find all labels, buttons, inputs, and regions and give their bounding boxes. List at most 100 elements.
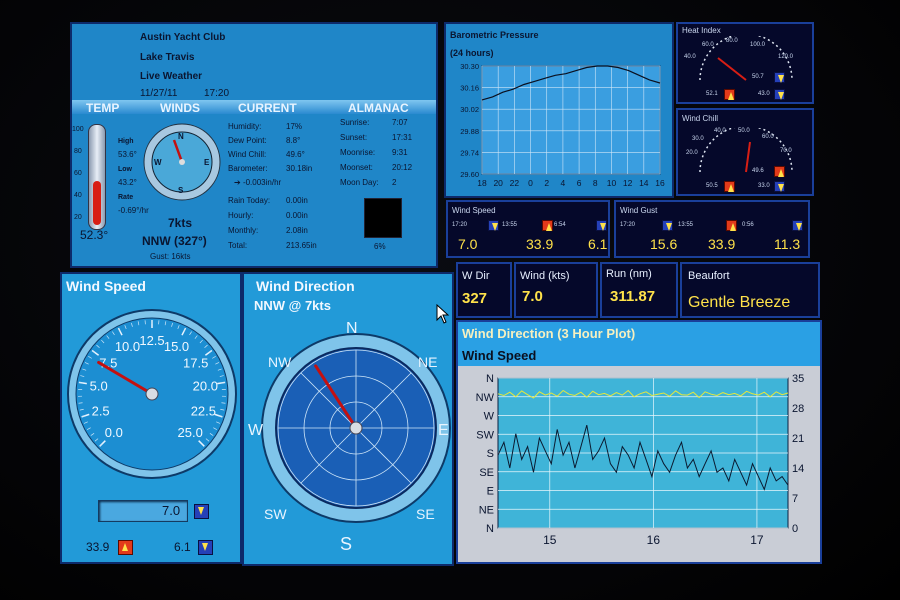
rain-label: Rain Today:	[228, 196, 271, 205]
beaufort-panel: Beaufort Gentle Breeze	[680, 262, 820, 318]
wg-mini-high: 33.9	[708, 236, 736, 252]
almanac-value: 17:31	[392, 133, 413, 142]
baro-title: Barometric Pressure	[450, 30, 539, 40]
baro-x-tick: 20	[493, 178, 503, 188]
hi-scale-60: 60.0	[702, 42, 714, 48]
rain-label: Hourly:	[228, 211, 254, 220]
stat-run: Run (nm) 311.87	[600, 262, 678, 318]
ws-mini-high: 33.9	[526, 236, 554, 252]
arrow-right-icon: ➔	[234, 178, 243, 187]
wg-mini-dir-icon	[662, 220, 673, 231]
ws-mini-up-icon	[542, 220, 553, 231]
baro-x-tick: 0	[528, 178, 533, 188]
heat-index-title: Heat Index	[682, 26, 721, 35]
almanac-row: Sunrise: 7:07	[340, 118, 432, 133]
plot-y-left-tick: S	[487, 448, 494, 460]
hi-high: 52.1	[706, 91, 718, 97]
plot-y-right-tick: 14	[792, 463, 804, 475]
ws-mini-title: Wind Speed	[452, 206, 496, 215]
current-value: 8.8°	[286, 136, 301, 145]
baro-y-tick: 30.02	[460, 105, 479, 114]
dir-label-w: W	[248, 422, 264, 439]
wc-scale-40: 40.0	[714, 128, 726, 134]
temp-low-label: Low	[118, 166, 132, 173]
hi-scale-80: 80.0	[726, 38, 738, 44]
current-row: Wind Chill: 49.6°	[228, 150, 328, 164]
hi-current: 50.7	[752, 74, 764, 80]
time: 17:20	[204, 88, 230, 99]
wind-dir-subtitle: NNW @ 7kts	[254, 298, 331, 313]
hi-low-icon	[774, 89, 785, 100]
moon-phase-icon	[364, 198, 402, 238]
plot-y-left-tick: N	[486, 523, 494, 535]
dial-tick-label: 22.5	[191, 404, 216, 419]
almanac-row: Moonset: 20:12	[340, 163, 432, 178]
temp-scale-40: 40	[74, 192, 82, 199]
wind-gauge-title: Wind Speed	[66, 278, 146, 294]
wind-speed-readout-value: 7.0	[162, 503, 181, 518]
hi-current-icon	[774, 72, 785, 83]
dir-label-nw: NW	[268, 354, 292, 370]
dial-minor-tick	[221, 402, 226, 404]
date: 11/27/11	[140, 88, 178, 99]
current-label: Wind Chill:	[228, 150, 267, 159]
dial-tick-label: 25.0	[178, 425, 203, 440]
temp-high-label: High	[118, 138, 134, 145]
plot-y-left-tick: W	[484, 411, 495, 423]
almanac-header: ALMANAC	[348, 101, 409, 115]
temp-low: 43.2°	[118, 178, 137, 187]
rain-label: Total:	[228, 241, 248, 250]
dial-tick-label: 12.5	[139, 333, 164, 348]
almanac-row: Moonrise: 9:31	[340, 148, 432, 163]
stat-label: W Dir	[462, 270, 490, 282]
wc-low-icon	[774, 181, 785, 192]
current-value: 30.18in	[286, 164, 313, 173]
wc-scale-60: 60.0	[762, 134, 774, 140]
beaufort-value: Gentle Breeze	[688, 294, 791, 311]
stat-value: 7.0	[522, 288, 543, 305]
wind-speed-low-icon	[198, 540, 213, 555]
temp-value: 52.3°	[80, 228, 109, 242]
rain-list: Rain Today: 0.00in Hourly: 0.00in Monthly:…	[228, 196, 328, 256]
current-value: 49.6°	[286, 150, 305, 159]
stat-value: 311.87	[610, 288, 656, 305]
heat-index-panel: Heat Index 40.0 60.0 80.0 100.0 120.0 50…	[676, 22, 814, 104]
baro-subtitle: (24 hours)	[450, 48, 494, 58]
almanac-list: Sunrise: 7:07 Sunset: 17:31 Moonrise: 9:31 …	[340, 118, 432, 193]
baro-x-tick: 2	[544, 178, 549, 188]
hi-high-icon	[724, 89, 735, 100]
temp-scale-20: 20	[74, 214, 82, 221]
almanac-value: 2	[392, 178, 397, 187]
temp-scale-80: 80	[74, 148, 82, 155]
dial-tick-label: 0.0	[105, 425, 123, 440]
baro-x-tick: 8	[593, 178, 598, 188]
rain-row: Total: 213.65in	[228, 241, 328, 256]
current-label: Dew Point:	[228, 136, 267, 145]
compass-n: N	[178, 132, 184, 141]
current-value: -0.003in/hr	[242, 178, 282, 187]
wc-current: 49.6	[752, 168, 764, 174]
stat-wdir: W Dir 327	[456, 262, 512, 318]
dir-label-s: S	[340, 534, 353, 554]
summary-panel: Austin Yacht Club Lake Travis Live Weath…	[70, 22, 438, 268]
almanac-label: Moon Day:	[340, 178, 379, 187]
plot-y-left-tick: NE	[479, 504, 494, 516]
baro-x-tick: 16	[655, 178, 665, 188]
wind-gust-summary: Gust: 16kts	[150, 252, 191, 261]
wg-mini-up-icon	[726, 220, 737, 231]
hi-low: 43.0	[758, 91, 770, 97]
hi-scale-120: 120.0	[778, 54, 794, 60]
plot-y-right-tick: 7	[792, 493, 798, 505]
wg-mini-t2: 0:56	[742, 222, 754, 228]
temp-scale-60: 60	[74, 170, 82, 177]
plot-x-tick: 17	[750, 533, 764, 547]
wc-high-icon	[724, 181, 735, 192]
plot-y-left-tick: E	[487, 486, 494, 498]
almanac-value: 9:31	[392, 148, 408, 157]
almanac-label: Moonrise:	[340, 148, 376, 157]
baro-y-tick: 30.16	[460, 84, 479, 93]
baro-y-tick: 29.74	[460, 148, 479, 157]
almanac-label: Sunset:	[340, 133, 368, 142]
wg-mini-time: 17:20	[620, 222, 636, 228]
wind-speed-gauge-panel: Wind Speed 0.0 2.5 5.0 7.5 10.0 12.5 15.0 17.5 2…	[60, 272, 242, 564]
